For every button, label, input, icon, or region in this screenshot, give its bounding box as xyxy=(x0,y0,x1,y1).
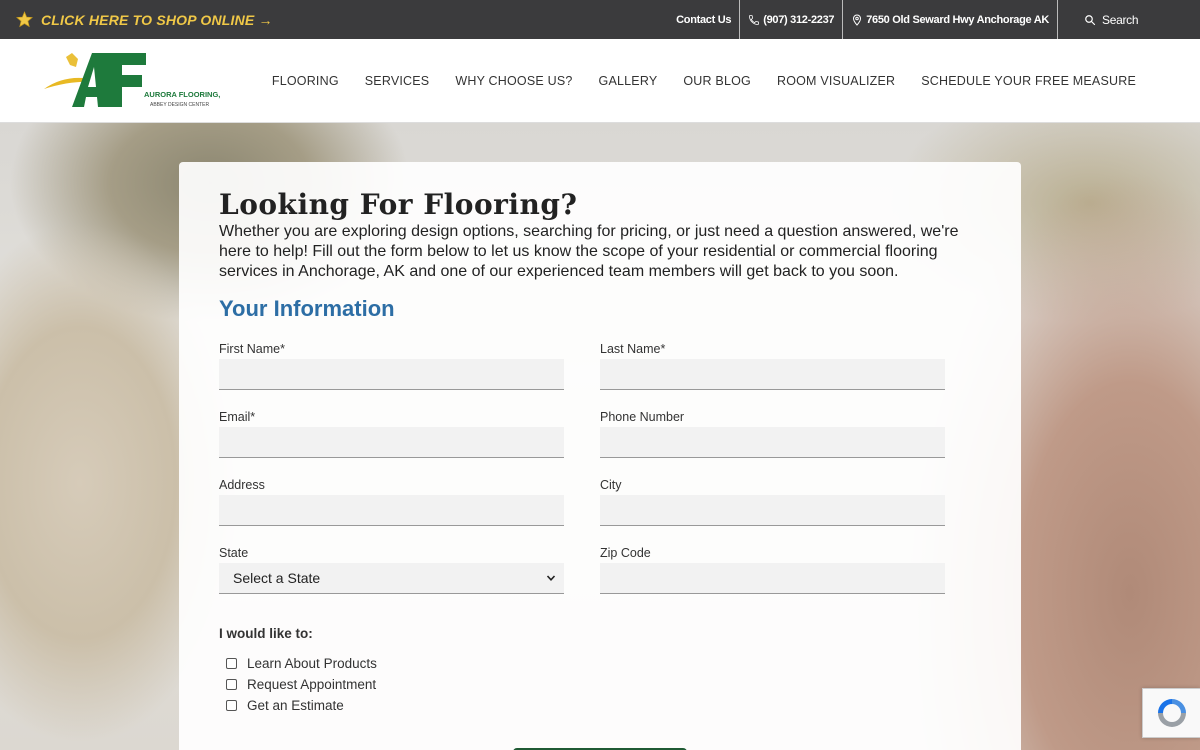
form-title: Looking For Flooring? xyxy=(219,188,578,221)
map-pin-icon xyxy=(853,13,862,26)
aurora-flooring-logo[interactable]: AURORA FLOORING, LLC ABBEY DESIGN CENTER xyxy=(42,47,222,113)
checkbox-learn-products[interactable] xyxy=(226,658,237,669)
nav-why-choose-us[interactable]: WHY CHOOSE US? xyxy=(455,74,572,88)
recaptcha-icon xyxy=(1157,699,1186,727)
nav-schedule-measure[interactable]: SCHEDULE YOUR FREE MEASURE xyxy=(921,74,1136,88)
search-button[interactable]: Search xyxy=(1058,0,1200,39)
phone-number: (907) 312-2237 xyxy=(763,13,835,26)
phone-label: Phone Number xyxy=(600,410,685,424)
logo-company-name: AURORA FLOORING, LLC xyxy=(144,90,222,99)
address-text: 7650 Old Seward Hwy Anchorage AK xyxy=(866,13,1049,26)
shop-online-link[interactable]: CLICK HERE TO SHOP ONLINE → xyxy=(0,11,273,28)
section-title: Your Information xyxy=(219,296,395,321)
interest-label: I would like to: xyxy=(219,626,313,641)
search-icon xyxy=(1085,14,1096,25)
recaptcha-badge[interactable] xyxy=(1142,688,1200,738)
shop-online-label: CLICK HERE TO SHOP ONLINE → xyxy=(41,11,273,28)
option-learn-products[interactable]: Learn About Products xyxy=(226,653,377,674)
nav-flooring[interactable]: FLOORING xyxy=(272,74,339,88)
phone-link[interactable]: (907) 312-2237 xyxy=(740,0,844,39)
address-group: Address xyxy=(219,478,564,526)
first-name-group: First Name* xyxy=(219,342,564,390)
logo-tagline: ABBEY DESIGN CENTER xyxy=(150,102,209,108)
last-name-group: Last Name* xyxy=(600,342,945,390)
option-request-appointment-label: Request Appointment xyxy=(247,677,377,692)
phone-input[interactable] xyxy=(600,427,945,458)
star-icon xyxy=(16,11,33,28)
site-header: AURORA FLOORING, LLC ABBEY DESIGN CENTER… xyxy=(0,39,1200,123)
city-label: City xyxy=(600,478,622,492)
contact-us-link[interactable]: Contact Us xyxy=(668,0,741,39)
nav-services[interactable]: SERVICES xyxy=(365,74,430,88)
email-input[interactable] xyxy=(219,427,564,458)
city-input[interactable] xyxy=(600,495,945,526)
zip-label: Zip Code xyxy=(600,546,651,560)
state-group: State Select a State xyxy=(219,546,564,594)
first-name-label: First Name* xyxy=(219,342,285,356)
phone-icon xyxy=(749,14,760,25)
chevron-down-icon xyxy=(546,575,556,581)
option-request-appointment[interactable]: Request Appointment xyxy=(226,674,377,695)
contact-form-card: Looking For Flooring? Whether you are ex… xyxy=(179,162,1021,750)
interest-options: Learn About Products Request Appointment… xyxy=(226,653,377,716)
nav-our-blog[interactable]: OUR BLOG xyxy=(683,74,751,88)
checkbox-get-estimate[interactable] xyxy=(226,700,237,711)
last-name-label: Last Name* xyxy=(600,342,666,356)
form-intro: Whether you are exploring design options… xyxy=(219,223,959,280)
state-label: State xyxy=(219,546,249,560)
zip-input[interactable] xyxy=(600,563,945,594)
address-input[interactable] xyxy=(219,495,564,526)
search-label: Search xyxy=(1102,12,1139,27)
nav-room-visualizer[interactable]: ROOM VISUALIZER xyxy=(777,74,895,88)
city-group: City xyxy=(600,478,945,526)
phone-group: Phone Number xyxy=(600,410,945,458)
top-bar: CLICK HERE TO SHOP ONLINE → Contact Us (… xyxy=(0,0,1200,39)
main-nav: FLOORING SERVICES WHY CHOOSE US? GALLERY… xyxy=(272,39,1136,123)
email-group: Email* xyxy=(219,410,564,458)
option-learn-products-label: Learn About Products xyxy=(247,656,377,671)
email-label: Email* xyxy=(219,410,256,424)
checkbox-request-appointment[interactable] xyxy=(226,679,237,690)
state-select-value: Select a State xyxy=(233,570,321,586)
top-bar-right: Contact Us (907) 312-2237 7650 Old Sewar… xyxy=(668,0,1200,39)
state-select[interactable]: Select a State xyxy=(219,563,564,594)
address-link[interactable]: 7650 Old Seward Hwy Anchorage AK xyxy=(843,0,1058,39)
option-get-estimate[interactable]: Get an Estimate xyxy=(226,695,377,716)
zip-group: Zip Code xyxy=(600,546,945,594)
first-name-input[interactable] xyxy=(219,359,564,390)
option-get-estimate-label: Get an Estimate xyxy=(247,698,344,713)
last-name-input[interactable] xyxy=(600,359,945,390)
contact-us-label: Contact Us xyxy=(676,13,732,26)
nav-gallery[interactable]: GALLERY xyxy=(599,74,658,88)
address-label: Address xyxy=(219,478,265,492)
